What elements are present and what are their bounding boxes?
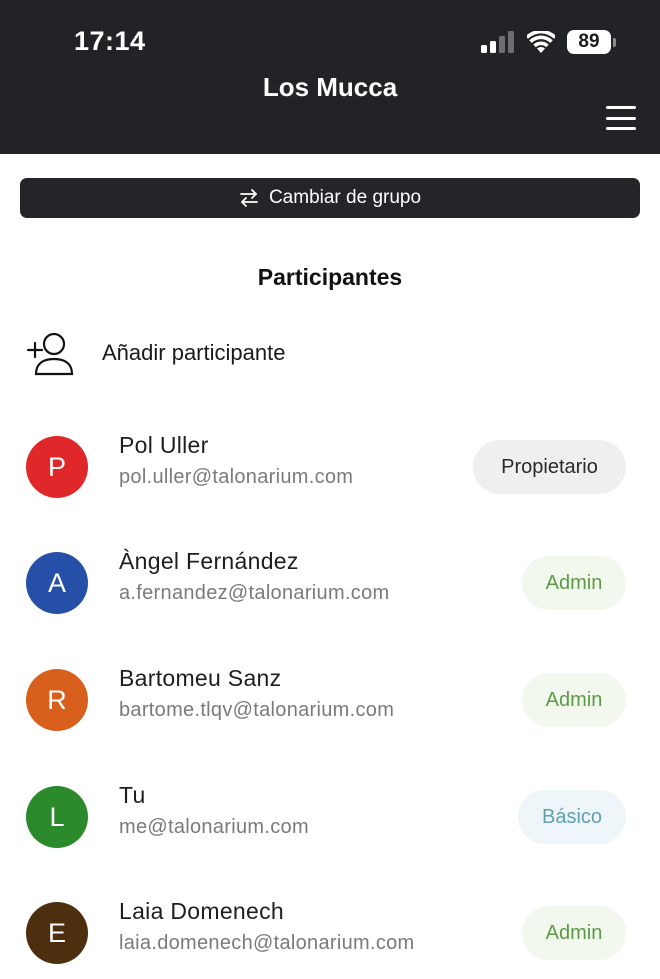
role-badge[interactable]: Admin	[522, 906, 626, 960]
participant-name: Tu	[119, 782, 146, 808]
participant-row[interactable]: P Pol Uller pol.uller@talonarium.com Pro…	[0, 432, 660, 512]
participant-email: me@talonarium.com	[119, 816, 309, 838]
participant-name: Pol Uller	[119, 432, 209, 458]
status-time: 17:14	[74, 26, 146, 56]
switch-group-button[interactable]: Cambiar de grupo	[20, 178, 640, 218]
battery-level: 89	[567, 30, 611, 54]
participant-name: Laia Domenech	[119, 898, 285, 924]
signal-icon	[481, 31, 514, 53]
role-badge[interactable]: Propietario	[473, 440, 626, 494]
wifi-icon	[527, 31, 555, 53]
avatar: P	[26, 436, 88, 498]
role-badge[interactable]: Admin	[522, 673, 626, 727]
role-badge[interactable]: Básico	[518, 790, 626, 844]
participant-name: Bartomeu Sanz	[119, 665, 282, 691]
battery-icon: 89	[567, 30, 616, 54]
swap-arrows-icon	[240, 189, 258, 207]
participant-row[interactable]: E Laia Domenech laia.domenech@talonarium…	[0, 898, 660, 978]
participant-email: pol.uller@talonarium.com	[119, 466, 354, 488]
avatar: A	[26, 552, 88, 614]
add-user-icon	[26, 332, 74, 376]
participant-row[interactable]: R Bartomeu Sanz bartome.tlqv@talonarium.…	[0, 665, 660, 745]
participant-email: laia.domenech@talonarium.com	[119, 932, 415, 954]
role-badge[interactable]: Admin	[522, 556, 626, 610]
status-icons: 89	[481, 30, 616, 54]
add-participant-label: Añadir participante	[102, 340, 286, 365]
participant-row[interactable]: A Àngel Fernández a.fernandez@talonarium…	[0, 548, 660, 628]
hamburger-menu-icon[interactable]	[606, 106, 636, 130]
section-title: Participantes	[257, 264, 403, 290]
avatar: E	[26, 902, 88, 964]
participant-email: bartome.tlqv@talonarium.com	[119, 699, 395, 721]
participant-email: a.fernandez@talonarium.com	[119, 582, 390, 604]
add-participant-button[interactable]: Añadir participante	[0, 328, 660, 382]
avatar: R	[26, 669, 88, 731]
switch-group-label: Cambiar de grupo	[268, 187, 422, 208]
page-title: Los Mucca	[262, 72, 398, 102]
participant-name: Àngel Fernández	[119, 548, 299, 574]
avatar: L	[26, 786, 88, 848]
participant-row[interactable]: L Tu me@talonarium.com Básico	[0, 782, 660, 862]
app-header: 17:14 89 Los Mucca	[0, 0, 660, 154]
